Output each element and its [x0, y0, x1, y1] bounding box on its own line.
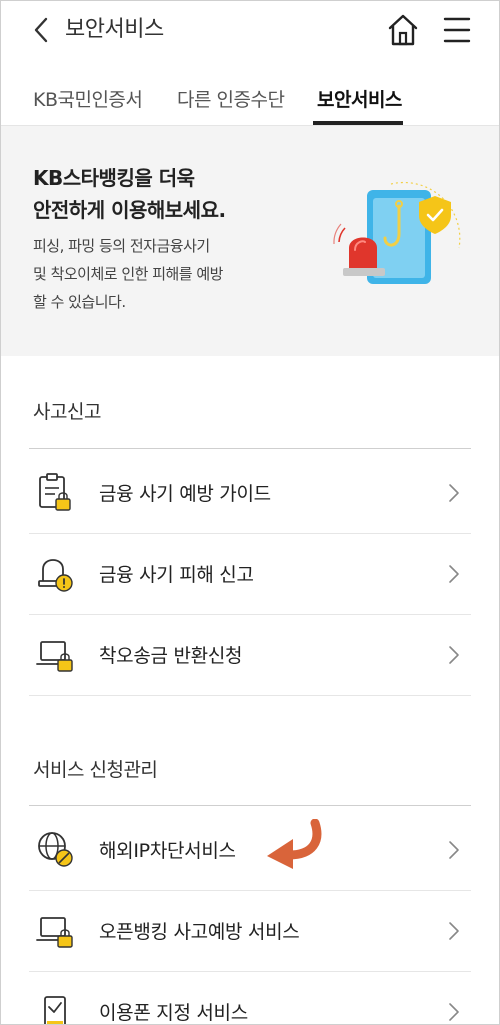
- list-item-mistransfer-return[interactable]: 착오송금 반환신청: [29, 616, 471, 696]
- menu-button[interactable]: [443, 15, 471, 45]
- home-icon: [388, 14, 418, 46]
- banner-desc-line2: 및 착오이체로 인한 피해를 예방: [33, 265, 223, 283]
- section-title-incident-report: 사고신고: [33, 401, 101, 423]
- globe-block-icon: [38, 832, 73, 867]
- banner-desc-line3: 할 수 있습니다.: [33, 293, 126, 311]
- banner-headline-line1: KB스타뱅킹을 더욱: [33, 166, 195, 190]
- phone-check-icon: [44, 996, 66, 1024]
- tab-other-auth[interactable]: 다른 인증수단: [177, 87, 285, 127]
- siren-alert-icon: [38, 559, 73, 592]
- list-item-phone-designation[interactable]: 이용폰 지정 서비스: [29, 973, 471, 1024]
- annotation-arrow-icon: [267, 819, 322, 869]
- chevron-right-icon: [449, 841, 459, 859]
- page-title: 보안서비스: [65, 17, 164, 42]
- list-item-openbanking-prevention[interactable]: 오픈뱅킹 사고예방 서비스: [29, 892, 471, 972]
- banner-headline-line2: 안전하게 이용해보세요.: [33, 198, 226, 222]
- laptop-lock-icon: [36, 641, 73, 672]
- list-item-label: 이용폰 지정 서비스: [99, 1002, 248, 1024]
- list-item-overseas-ip-block[interactable]: 해외IP차단서비스: [29, 811, 471, 891]
- phishing-phone-illustration: [333, 181, 461, 284]
- tab-kb-certificate[interactable]: KB국민인증서: [33, 87, 143, 127]
- active-tab-indicator: [313, 121, 403, 125]
- tab-bar: KB국민인증서 다른 인증수단 보안서비스: [1, 79, 499, 127]
- section-divider: [29, 448, 471, 449]
- list-item-label: 금융 사기 피해 신고: [99, 564, 254, 586]
- section-title-service-management: 서비스 신청관리: [33, 759, 158, 781]
- chevron-right-icon: [449, 646, 459, 664]
- banner-description: 피싱, 파밍 등의 전자금융사기 및 착오이체로 인한 피해를 예방 할 수 있…: [33, 232, 273, 316]
- laptop-lock-icon: [36, 917, 73, 948]
- chevron-right-icon: [449, 1003, 459, 1021]
- top-header: 보안서비스: [1, 1, 499, 61]
- hamburger-menu-icon: [443, 17, 471, 43]
- chevron-left-icon: [34, 17, 48, 43]
- section-divider: [29, 805, 471, 806]
- security-banner: KB스타뱅킹을 더욱 안전하게 이용해보세요. 피싱, 파밍 등의 전자금융사기…: [1, 126, 499, 356]
- banner-desc-line1: 피싱, 파밍 등의 전자금융사기: [33, 237, 210, 255]
- list-item-fraud-damage-report[interactable]: 금융 사기 피해 신고: [29, 535, 471, 615]
- list-item-label: 해외IP차단서비스: [99, 840, 236, 862]
- list-item-label: 금융 사기 예방 가이드: [99, 483, 271, 505]
- list-item-fraud-prevention-guide[interactable]: 금융 사기 예방 가이드: [29, 454, 471, 534]
- chevron-right-icon: [449, 484, 459, 502]
- chevron-right-icon: [449, 922, 459, 940]
- app-frame: 보안서비스 KB국민인증서 다른 인증수단 보안서비스 KB스타뱅킹을 더욱 안…: [0, 0, 500, 1025]
- list-item-label: 착오송금 반환신청: [99, 645, 243, 667]
- back-button[interactable]: [29, 15, 53, 45]
- list-item-label: 오픈뱅킹 사고예방 서비스: [99, 921, 300, 943]
- chevron-right-icon: [449, 565, 459, 583]
- clipboard-lock-icon: [39, 473, 71, 511]
- home-button[interactable]: [387, 13, 419, 47]
- banner-headline: KB스타뱅킹을 더욱 안전하게 이용해보세요.: [33, 162, 293, 226]
